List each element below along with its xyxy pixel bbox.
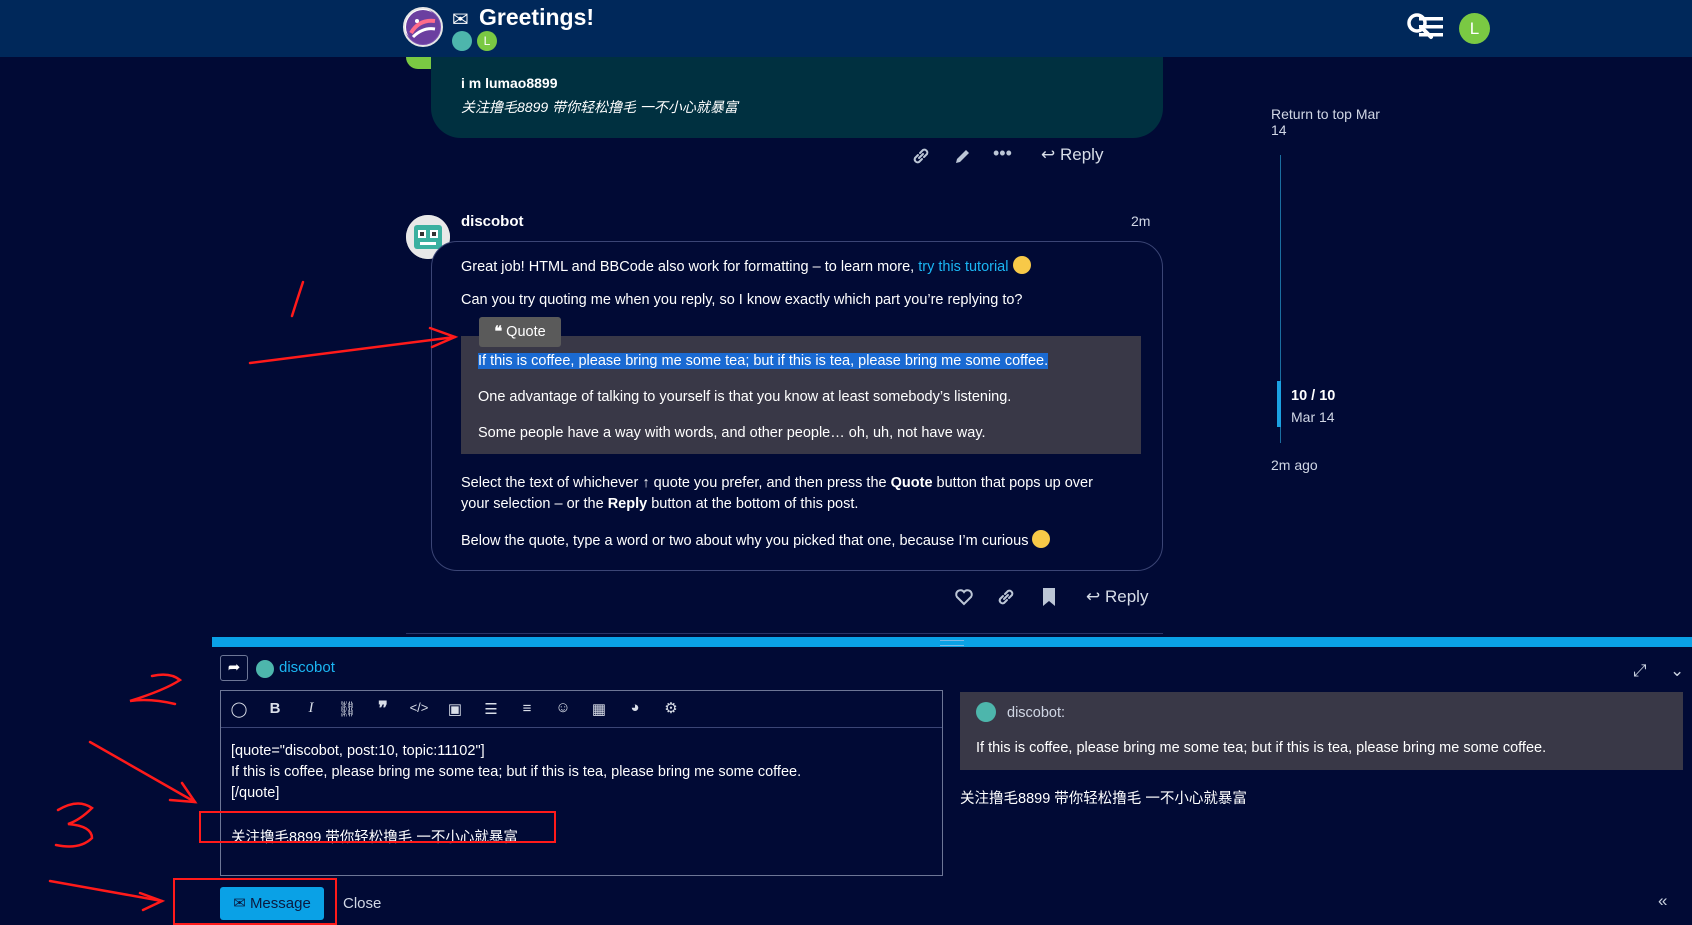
annotation-arrows xyxy=(48,280,459,912)
